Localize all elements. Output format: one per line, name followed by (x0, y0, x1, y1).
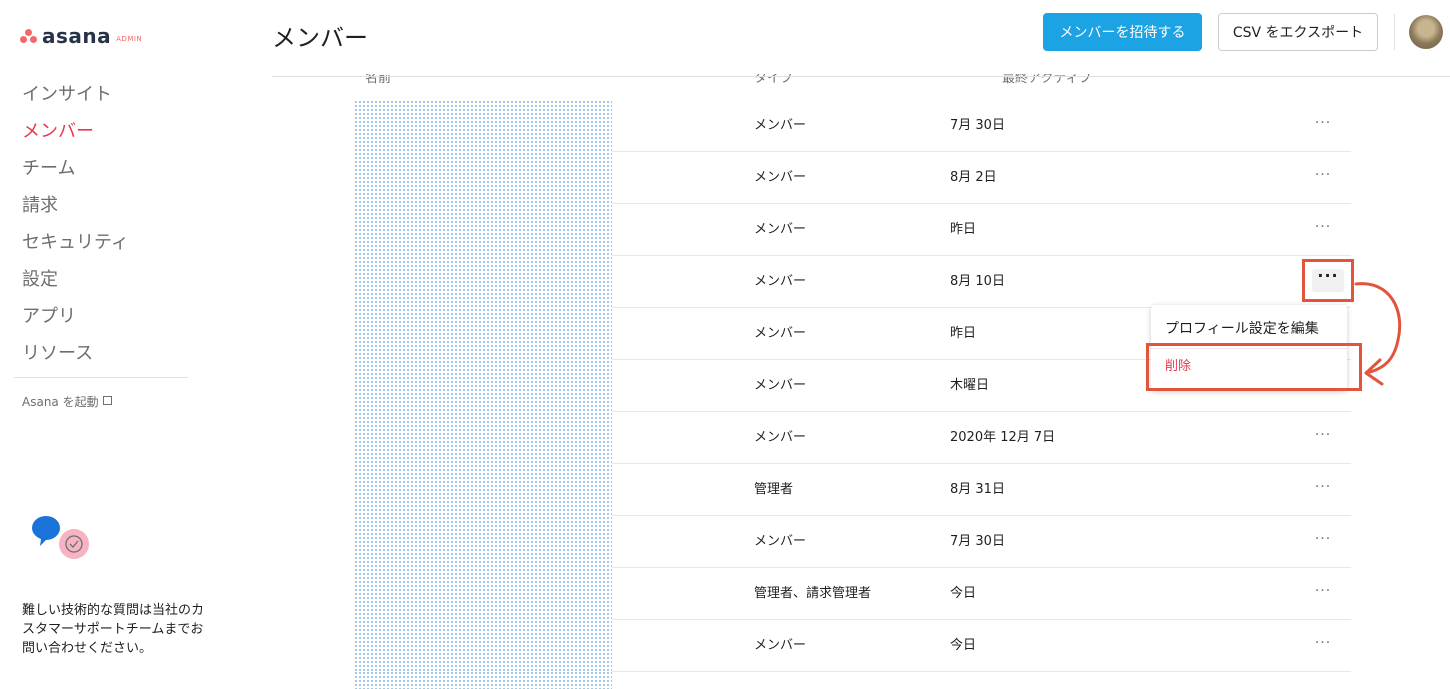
sidebar-item-billing[interactable]: 請求 (22, 191, 129, 228)
member-last-active: 7月 30日 (950, 534, 1005, 549)
more-actions-icon[interactable]: ··· (1306, 167, 1340, 189)
member-name-redacted (354, 568, 612, 620)
table-row[interactable]: 管理者、請求管理者 今日 ··· (354, 568, 1351, 620)
invite-members-button[interactable]: メンバーを招待する (1043, 13, 1202, 51)
member-name-redacted (354, 516, 612, 568)
annotation-arrow-icon (1354, 282, 1402, 386)
more-actions-icon[interactable]: ··· (1306, 479, 1340, 501)
member-type: メンバー (754, 326, 807, 341)
member-type: 管理者、請求管理者 (754, 586, 872, 601)
sidebar-nav: インサイト メンバー チーム 請求 セキュリティ 設定 アプリ リソース (22, 80, 129, 376)
table-row[interactable]: 管理者 8月 31日 ··· (354, 464, 1351, 516)
member-name-redacted (354, 671, 612, 689)
member-type: メンバー (754, 638, 807, 653)
member-last-active: 今日 (950, 586, 977, 601)
table-row[interactable]: メンバー 2020年 12月 7日 ··· (354, 412, 1351, 464)
member-name-redacted (354, 152, 612, 204)
support-help-text: 難しい技術的な質問は当社のカスタマーサポートチームまでお問い合わせください。 (22, 603, 205, 656)
member-name-redacted (354, 620, 612, 672)
support-chat-icon (32, 516, 89, 559)
sidebar: asana ADMIN インサイト メンバー チーム 請求 セキュリティ 設定 … (0, 0, 204, 689)
table-row[interactable]: メンバー 昨日 ··· (354, 204, 1351, 256)
logo-wordmark: asana (42, 24, 112, 48)
member-type: メンバー (754, 430, 807, 445)
member-type: メンバー (754, 170, 807, 185)
page-title: メンバー (272, 24, 368, 52)
member-last-active: 8月 2日 (950, 170, 997, 185)
member-name-redacted (354, 412, 612, 464)
member-last-active: 昨日 (950, 326, 977, 341)
table-row[interactable]: メンバー 7月 30日 ··· (354, 100, 1351, 152)
avatar[interactable] (1409, 15, 1443, 49)
more-actions-icon[interactable]: ··· (1306, 115, 1340, 137)
launch-asana-label: Asana を起動 (22, 395, 99, 409)
more-actions-icon[interactable]: ··· (1306, 219, 1340, 241)
member-name-redacted (354, 204, 612, 256)
asana-logo-icon (20, 29, 38, 43)
member-type: メンバー (754, 534, 807, 549)
member-last-active: 8月 31日 (950, 482, 1005, 497)
member-last-active: 2020年 12月 7日 (950, 430, 1056, 445)
more-actions-icon[interactable]: ··· (1306, 531, 1340, 553)
header-rule (272, 76, 1450, 77)
export-csv-button[interactable]: CSV をエクスポート (1218, 13, 1378, 51)
sidebar-item-security[interactable]: セキュリティ (22, 228, 129, 265)
member-last-active: 7月 30日 (950, 118, 1005, 133)
more-actions-highlight[interactable]: ··· (1302, 259, 1354, 302)
member-last-active: 昨日 (950, 222, 977, 237)
member-last-active: 8月 10日 (950, 274, 1005, 289)
more-actions-icon[interactable]: ··· (1306, 583, 1340, 605)
member-name-redacted (354, 360, 612, 412)
table-row[interactable]: メンバー 7月 30日 ··· (354, 516, 1351, 568)
member-type: メンバー (754, 274, 807, 289)
table-row[interactable]: メンバー 8月 2日 ··· (354, 152, 1351, 204)
member-name-redacted (354, 464, 612, 516)
external-link-icon (102, 396, 112, 405)
member-name-redacted (354, 100, 612, 152)
logo-admin-badge: ADMIN (116, 35, 143, 43)
member-name-redacted (354, 308, 612, 360)
member-last-active: 今日 (950, 638, 977, 653)
member-type: メンバー (754, 118, 807, 133)
sidebar-item-members[interactable]: メンバー (22, 117, 129, 154)
member-type: メンバー (754, 378, 807, 393)
more-actions-icon[interactable]: ··· (1312, 268, 1344, 292)
sidebar-item-insights[interactable]: インサイト (22, 80, 129, 117)
more-actions-icon[interactable]: ··· (1306, 427, 1340, 449)
member-type: メンバー (754, 222, 807, 237)
sidebar-item-settings[interactable]: 設定 (22, 265, 129, 302)
member-type: 管理者 (754, 482, 794, 497)
table-row[interactable]: メンバー 8月 10日 (354, 256, 1351, 308)
asana-logo[interactable]: asana ADMIN (20, 24, 143, 48)
table-row[interactable]: メンバー 今日 ··· (354, 620, 1351, 672)
header-divider (1394, 14, 1395, 50)
delete-highlight-box (1146, 343, 1362, 391)
sidebar-item-resources[interactable]: リソース (22, 339, 129, 376)
member-last-active: 木曜日 (950, 378, 990, 393)
sidebar-item-apps[interactable]: アプリ (22, 302, 129, 339)
member-name-redacted (354, 256, 612, 308)
sidebar-divider (14, 377, 188, 378)
more-actions-icon[interactable]: ··· (1306, 635, 1340, 657)
sidebar-item-teams[interactable]: チーム (22, 154, 129, 191)
launch-asana-link[interactable]: Asana を起動 (22, 393, 112, 410)
